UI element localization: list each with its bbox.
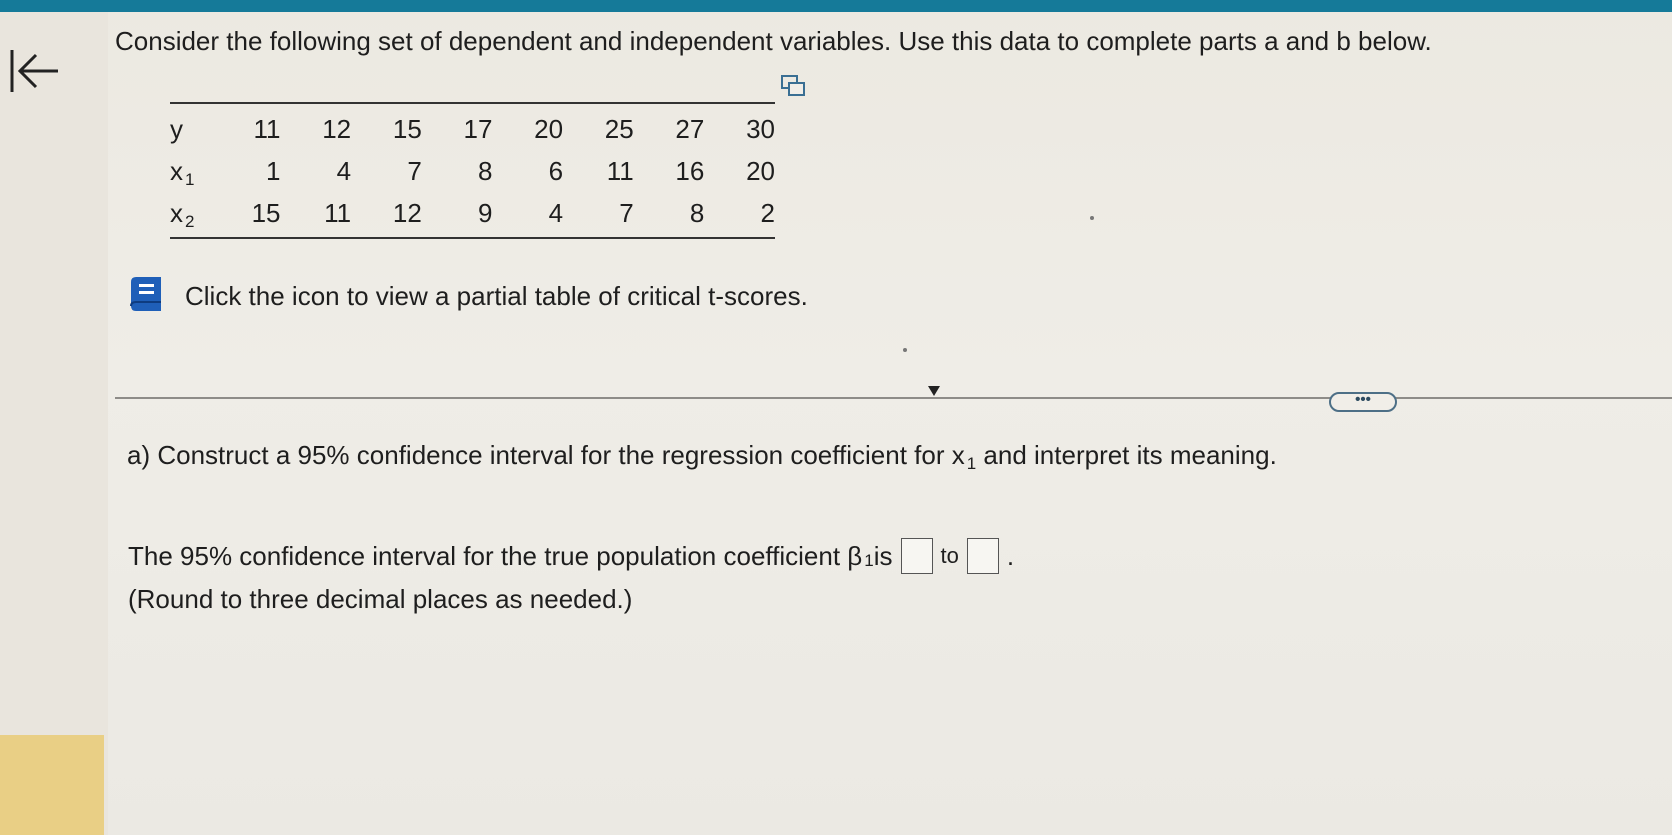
part-a-suffix: and interpret its meaning.	[976, 440, 1277, 470]
table-cell: 20	[746, 155, 775, 186]
table-cell: 4	[336, 155, 352, 186]
table-row-x2: x2 15 11 12 9 4 7 8 2	[170, 192, 775, 234]
table-cell: 25	[604, 113, 634, 144]
section-divider	[115, 397, 1672, 399]
row-label: y	[170, 113, 183, 144]
table-cell: 7	[619, 197, 634, 228]
part-a-subscript: 1	[966, 454, 977, 473]
table-cell: 6	[548, 155, 564, 186]
screen-speck	[903, 348, 907, 352]
table-cell: 1	[266, 155, 281, 186]
left-panel-footer	[0, 735, 104, 835]
top-accent-bar	[0, 0, 1672, 12]
part-a-prefix: a) Construct a 95% confidence interval f…	[127, 440, 965, 470]
upper-bound-input[interactable]	[966, 538, 999, 574]
answer-mid: is	[873, 540, 893, 571]
table-cell: 4	[548, 197, 564, 228]
table-cell: 2	[760, 197, 775, 228]
table-cell: 12	[322, 113, 352, 144]
rounding-note: (Round to three decimal places as needed…	[128, 584, 633, 614]
more-options-button[interactable]: •••	[1329, 392, 1397, 412]
table-cell: 30	[746, 113, 775, 144]
table-cell: 15	[392, 113, 422, 144]
answer-to: to	[940, 543, 959, 568]
question-prompt: Consider the following set of dependent …	[115, 26, 1432, 56]
lower-bound-input[interactable]	[900, 538, 933, 574]
copy-table-icon[interactable]	[781, 75, 805, 97]
table-row-x1: x1 1 4 7 8 6 11 16 20	[170, 150, 775, 192]
table-cell: 17	[463, 113, 493, 144]
table-cell: 16	[675, 155, 705, 186]
table-cell: 11	[606, 155, 634, 186]
screen-speck	[1090, 216, 1094, 220]
table-cell: 8	[477, 155, 493, 186]
table-row-y: y 11 12 15 17 20 25 27 30	[170, 108, 775, 150]
table-cell: 12	[392, 197, 422, 228]
caret-marker-icon	[928, 386, 940, 396]
row-label: x1	[170, 155, 195, 189]
row-label: x2	[170, 197, 195, 231]
table-cell: 27	[675, 113, 705, 144]
table-cell: 8	[689, 197, 705, 228]
table-cell: 11	[324, 197, 352, 228]
back-arrow-icon[interactable]	[6, 46, 62, 98]
table-top-rule	[170, 102, 775, 104]
answer-line: The 95% confidence interval for the true…	[128, 538, 1014, 574]
t-scores-link[interactable]: Click the icon to view a partial table o…	[185, 281, 808, 312]
part-a-question: a) Construct a 95% confidence interval f…	[127, 440, 1277, 473]
table-cell: 9	[477, 197, 493, 228]
answer-prefix: The 95% confidence interval for the true…	[128, 540, 863, 571]
answer-end: .	[1006, 540, 1015, 571]
data-table-grid: y 11 12 15 17 20 25 27 30 x1 1 4 7 8 6 1…	[170, 108, 775, 234]
table-cell: 7	[407, 155, 422, 186]
left-panel	[0, 12, 108, 835]
answer-subscript: 1	[864, 551, 874, 570]
table-cell: 11	[253, 113, 281, 144]
book-icon[interactable]	[125, 274, 165, 314]
table-bottom-rule	[170, 237, 775, 239]
table-cell: 20	[534, 113, 564, 144]
table-cell: 15	[251, 197, 281, 228]
